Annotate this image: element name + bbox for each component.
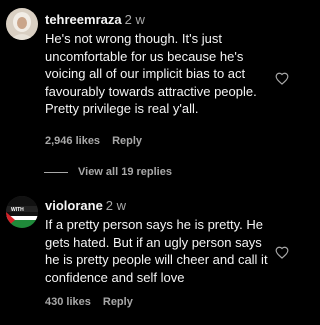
comment-text: He's not wrong though. It's just uncomfo… bbox=[45, 31, 257, 116]
view-replies-label: View all 19 replies bbox=[78, 166, 172, 178]
avatar[interactable] bbox=[6, 8, 38, 40]
divider bbox=[44, 171, 68, 173]
username[interactable]: tehreemraza bbox=[45, 12, 122, 27]
like-count[interactable]: 2,946 likes bbox=[45, 135, 100, 147]
heart-icon[interactable] bbox=[275, 246, 289, 259]
timestamp: 2 w bbox=[124, 12, 145, 27]
like-count[interactable]: 430 likes bbox=[45, 296, 91, 308]
view-replies-button[interactable]: View all 19 replies bbox=[44, 166, 172, 178]
avatar-text: WITH bbox=[11, 207, 24, 213]
comment-text: If a pretty person says he is pretty. He… bbox=[45, 217, 268, 285]
username[interactable]: violorane bbox=[45, 198, 103, 213]
heart-icon[interactable] bbox=[275, 72, 289, 85]
reply-button[interactable]: Reply bbox=[112, 135, 142, 147]
timestamp: 2 w bbox=[105, 198, 127, 213]
reply-button[interactable]: Reply bbox=[103, 296, 133, 308]
avatar[interactable]: WITH bbox=[6, 196, 38, 228]
